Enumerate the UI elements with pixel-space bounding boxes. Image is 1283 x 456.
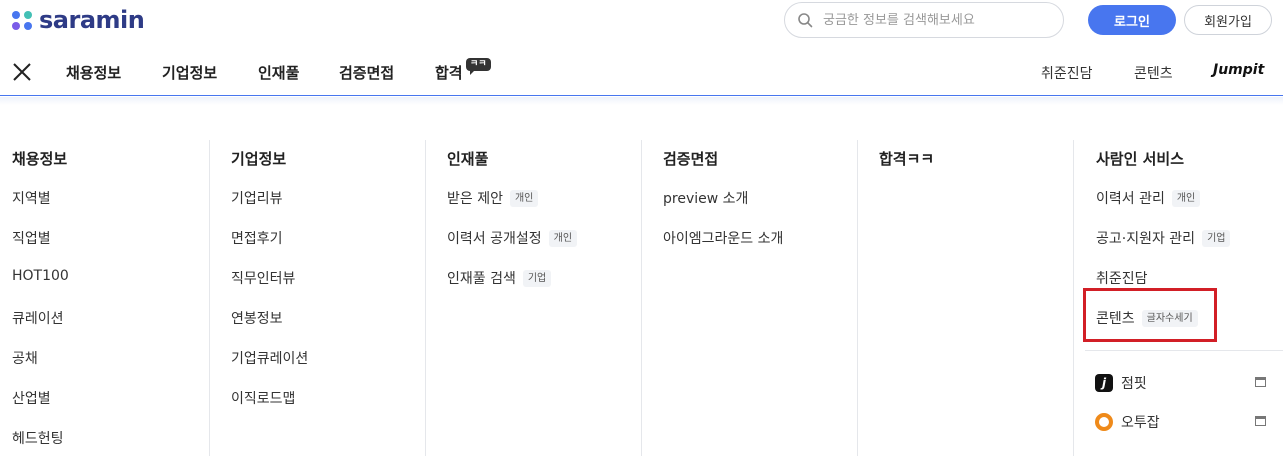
menu-link[interactable]: 취준진담 <box>1096 268 1148 288</box>
menu-link[interactable]: preview 소개 <box>663 188 748 208</box>
logo-dots-icon <box>12 10 33 30</box>
menu-link[interactable]: 공고·지원자 관리 기업 <box>1096 228 1231 248</box>
logo-dot <box>24 21 32 30</box>
menu-link[interactable]: 기업큐레이션 <box>231 348 308 368</box>
nav-item-company[interactable]: 기업정보 <box>162 62 217 83</box>
login-button[interactable]: 로그인 <box>1088 5 1176 35</box>
menu-link[interactable]: 받은 제안 개인 <box>447 188 539 208</box>
column-title[interactable]: 인재풀 <box>447 148 488 169</box>
nav-item-jobs[interactable]: 채용정보 <box>66 62 121 83</box>
audience-tag: 개인 <box>548 229 578 247</box>
menu-link[interactable]: 이력서 공개설정 개인 <box>447 228 578 248</box>
menu-column-company: 기업정보 기업리뷰 면접후기 직무인터뷰 연봉정보 기업큐레이션 이직로드맵 <box>209 140 425 456</box>
audience-tag: 개인 <box>1171 189 1201 207</box>
logo-dot <box>12 21 20 30</box>
service-label: 점핏 <box>1121 376 1147 392</box>
menu-link[interactable]: 헤드헌팅 <box>12 428 64 448</box>
jumpit-logo[interactable]: Jumpit <box>1213 62 1264 78</box>
menu-link[interactable]: 연봉정보 <box>231 308 283 328</box>
link-label: 공고·지원자 관리 <box>1096 231 1196 247</box>
column-title[interactable]: 검증면접 <box>663 148 718 169</box>
search-box[interactable] <box>784 2 1064 38</box>
divider <box>1085 350 1283 351</box>
menu-link[interactable]: 이직로드맵 <box>231 388 295 408</box>
external-service-jumpit[interactable]: j 점핏 <box>1095 373 1147 393</box>
audience-tag: 기업 <box>1202 229 1231 247</box>
top-header: saramin 로그인 회원가입 <box>0 0 1283 40</box>
menu-link[interactable]: 인재풀 검색 기업 <box>447 268 552 288</box>
logo-dot <box>12 10 20 19</box>
menu-column-verified-interview: 검증면접 preview 소개 아이엠그라운드 소개 <box>641 140 857 456</box>
link-label: 받은 제안 <box>447 191 503 207</box>
menu-link[interactable]: HOT100 <box>12 268 69 284</box>
nav-item-contents[interactable]: 콘텐츠 <box>1134 63 1173 83</box>
nav-item-verified-interview[interactable]: 검증면접 <box>339 62 394 83</box>
nav-item-chwijun[interactable]: 취준진담 <box>1041 63 1093 83</box>
menu-column-jobs: 채용정보 지역별 직업별 HOT100 큐레이션 공채 산업별 헤드헌팅 <box>0 140 210 456</box>
menu-link[interactable]: 공채 <box>12 348 38 368</box>
menu-link[interactable]: 면접후기 <box>231 228 283 248</box>
column-title[interactable]: 사람인 서비스 <box>1096 148 1184 169</box>
menu-link[interactable]: 큐레이션 <box>12 308 64 328</box>
link-label: 이력서 관리 <box>1096 191 1165 207</box>
menu-column-hapgyeok: 합격ㅋㅋ <box>857 140 1073 456</box>
column-title[interactable]: 합격ㅋㅋ <box>879 148 934 169</box>
menu-link[interactable]: 아이엠그라운드 소개 <box>663 228 783 248</box>
column-title[interactable]: 기업정보 <box>231 148 286 169</box>
signup-button[interactable]: 회원가입 <box>1184 5 1272 35</box>
saramin-logo[interactable]: saramin <box>12 6 145 34</box>
menu-link[interactable]: 산업별 <box>12 388 51 408</box>
nav-item-hapgyeok[interactable]: 합격 <box>435 62 463 83</box>
menu-link[interactable]: 이력서 관리 개인 <box>1096 188 1201 208</box>
menu-link[interactable]: 직업별 <box>12 228 51 248</box>
nav-item-talent-pool[interactable]: 인재풀 <box>258 62 299 83</box>
jumpit-logo-icon: j <box>1095 374 1113 392</box>
highlight-box <box>1083 288 1217 342</box>
close-icon[interactable] <box>12 62 32 82</box>
menu-link[interactable]: 지역별 <box>12 188 51 208</box>
column-title[interactable]: 채용정보 <box>12 148 67 169</box>
audience-tag: 기업 <box>522 269 552 287</box>
search-icon <box>798 13 813 28</box>
logo-dot <box>24 10 32 19</box>
nav-shadow <box>0 97 1283 105</box>
new-window-icon[interactable] <box>1255 416 1266 426</box>
menu-column-talent-pool: 인재풀 받은 제안 개인 이력서 공개설정 개인 인재풀 검색 기업 <box>425 140 641 456</box>
otwojob-logo-icon <box>1095 413 1113 431</box>
service-label: 오투잡 <box>1121 415 1160 431</box>
menu-link[interactable]: 기업리뷰 <box>231 188 283 208</box>
main-nav: 채용정보 기업정보 인재풀 검증면접 합격 ㅋㅋ 취준진담 콘텐츠 Jumpit <box>0 48 1283 96</box>
external-service-otwojob[interactable]: 오투잡 <box>1095 412 1160 432</box>
menu-link[interactable]: 직무인터뷰 <box>231 268 295 288</box>
hapgyeok-badge: ㅋㅋ <box>466 58 491 75</box>
audience-tag: 개인 <box>509 189 539 207</box>
link-label: 이력서 공개설정 <box>447 231 542 247</box>
new-window-icon[interactable] <box>1255 377 1266 387</box>
search-input[interactable] <box>823 12 1043 28</box>
link-label: 인재풀 검색 <box>447 271 516 287</box>
logo-text: saramin <box>39 6 145 34</box>
